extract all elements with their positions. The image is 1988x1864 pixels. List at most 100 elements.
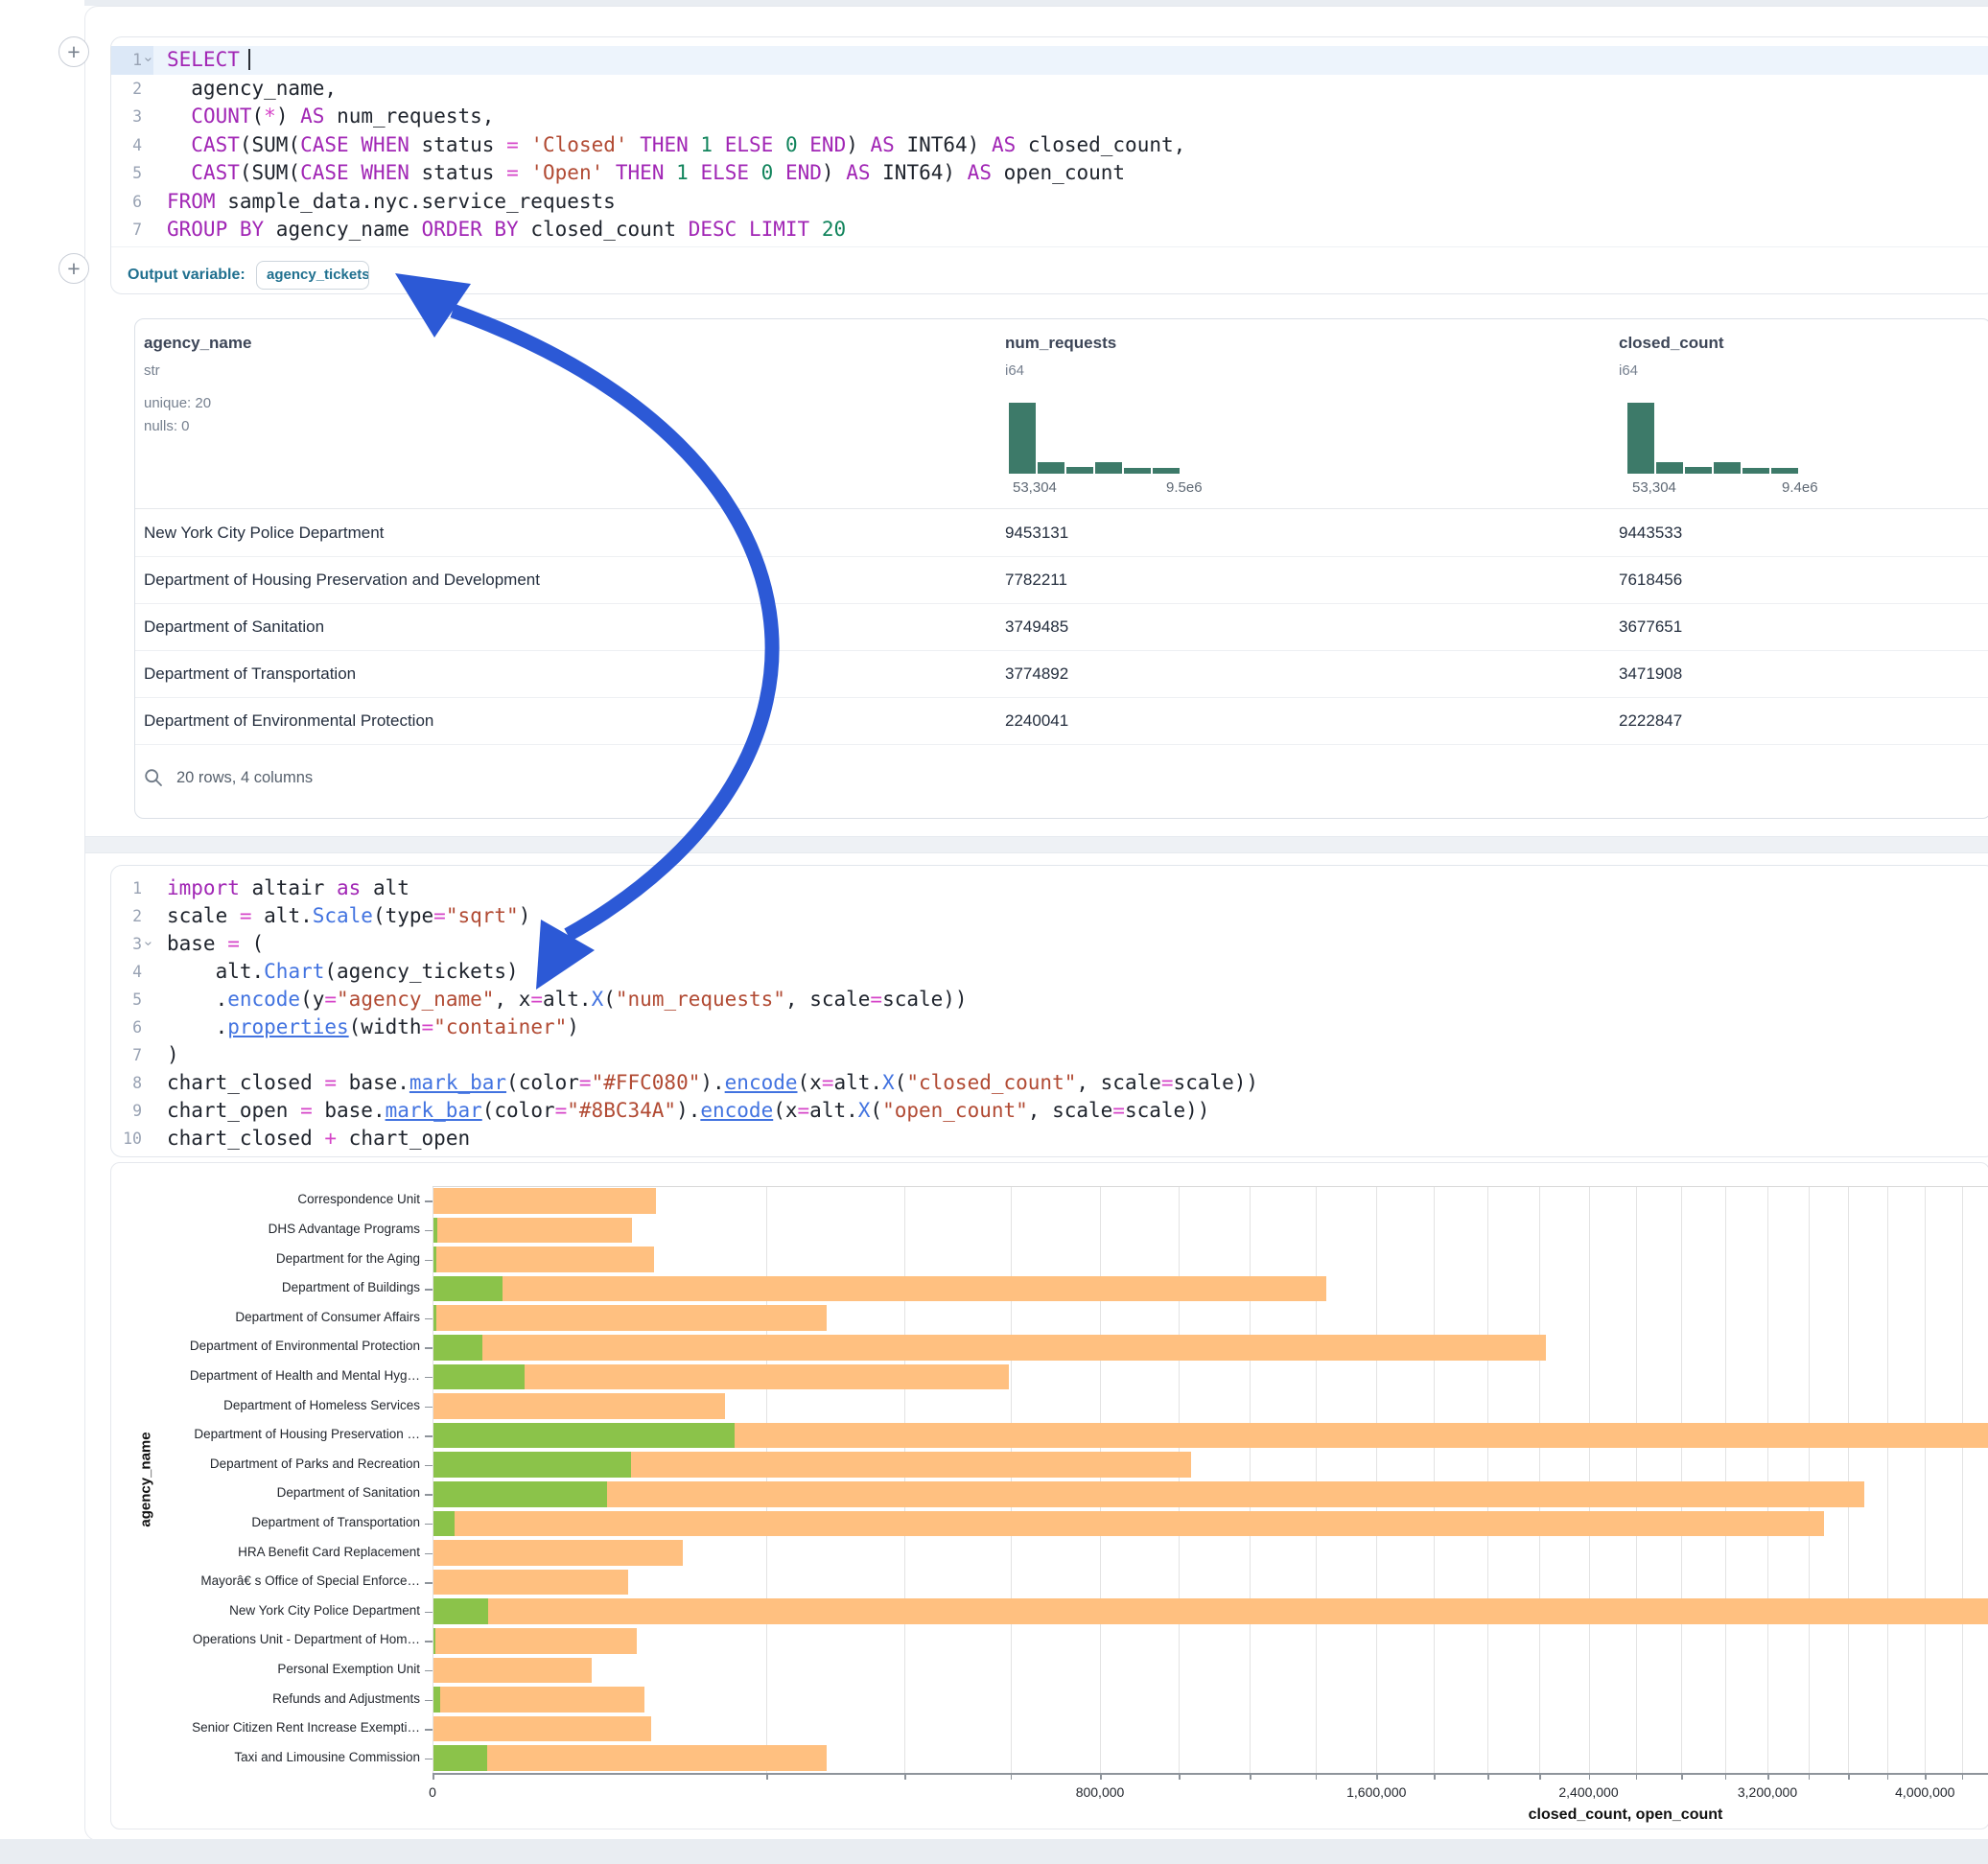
bar-open [433,1305,436,1331]
y-category-label: Department for the Aging [123,1251,420,1266]
closed-count-histogram [1627,403,1800,474]
page-background-band [0,1839,1988,1864]
cell-closed-count: 3471908 [1619,650,1682,697]
y-category-label: Correspondence Unit [123,1192,420,1206]
column-header-closed-count[interactable]: closed_count [1619,334,1724,353]
bar-closed [433,1628,637,1654]
line-number: 6 [104,188,142,217]
y-category-label: Refunds and Adjustments [123,1691,420,1706]
y-category-label: Department of Buildings [123,1280,420,1294]
cell-closed-count: 7618456 [1619,556,1682,603]
code-line: base = ( [167,930,264,959]
cell-num-requests: 7782211 [1005,556,1067,603]
y-category-label: HRA Benefit Card Replacement [123,1545,420,1559]
cell-closed-count: 9443533 [1619,509,1682,556]
cell-agency-name: Department of Housing Preservation and D… [144,556,540,603]
table-row[interactable]: Department of Housing Preservation and D… [135,556,1988,604]
histogram-bar [1742,468,1769,474]
bar-open [433,1218,437,1244]
column-type-closed-count: i64 [1619,362,1638,379]
cell-agency-name: Department of Environmental Protection [144,697,433,744]
column-stat-unique: unique: 20 [144,395,211,411]
code-line: alt.Chart(agency_tickets) [167,958,519,987]
x-tick-label: 800,000 [1076,1784,1125,1800]
bar-closed [433,1598,1988,1624]
histogram-bar [1038,462,1064,474]
column-header-agency-name[interactable]: agency_name [144,334,251,353]
table-row[interactable]: Department of Transportation377489234719… [135,650,1988,698]
gridline [1925,1186,1926,1773]
bar-closed [433,1658,592,1684]
gridline [904,1186,905,1773]
y-tick [425,1670,433,1672]
y-tick [425,1612,433,1614]
code-line: FROM sample_data.nyc.service_requests [167,188,616,217]
bar-closed [433,1687,644,1713]
code-line: scale = alt.Scale(type="sqrt") [167,902,530,931]
x-tick-label: 2,400,000 [1558,1784,1618,1800]
gridline [1681,1186,1682,1773]
line-number: 2 [104,902,142,931]
add-cell-button-top[interactable]: + [58,36,89,67]
y-category-label: Department of Housing Preservation … [123,1427,420,1441]
x-tick-label: 0 [429,1784,436,1800]
cell-num-requests: 2240041 [1005,697,1068,744]
code-line: .encode(y="agency_name", x=alt.X("num_re… [167,986,968,1014]
column-type-agency-name: str [144,362,160,379]
x-tick-label: 1,600,000 [1346,1784,1406,1800]
bar-closed [433,1393,725,1419]
add-cell-button-middle[interactable]: + [58,253,89,284]
y-category-label: Department of Health and Mental Hyg… [123,1368,420,1383]
y-category-label: Department of Sanitation [123,1485,420,1500]
gridline [1434,1186,1435,1773]
line-number: 4 [104,958,142,987]
y-tick [425,1377,433,1379]
histogram-bar [1066,467,1093,474]
histogram-bar [1009,403,1036,474]
y-tick [425,1641,433,1643]
line-number: 1 [104,874,142,903]
y-tick [425,1524,433,1526]
column-header-num-requests[interactable]: num_requests [1005,334,1116,353]
search-icon[interactable] [144,768,163,787]
gridline [1179,1186,1180,1773]
gridline [1848,1186,1849,1773]
hist-min-label: 53,304 [1632,479,1676,496]
cell-agency-name: Department of Sanitation [144,603,324,650]
y-tick [425,1347,433,1349]
bar-closed [433,1481,1864,1507]
bar-open [433,1687,440,1713]
cell-agency-name: Department of Transportation [144,650,356,697]
y-category-label: Department of Transportation [123,1515,420,1529]
bar-open [433,1276,503,1302]
histogram-bar [1771,468,1798,474]
bar-open [433,1335,482,1361]
y-tick [425,1729,433,1731]
table-row[interactable]: Department of Environmental Protection 22… [135,697,1988,745]
histogram-bar [1124,468,1151,474]
gridline [1725,1186,1726,1773]
x-axis-title: closed_count, open_count [1529,1806,1723,1824]
y-category-label: Department of Parks and Recreation [123,1456,420,1471]
code-line: ) [167,1041,179,1070]
y-category-label: Senior Citizen Rent Increase Exempti… [123,1720,420,1735]
collapse-chevron-icon[interactable]: › [142,58,155,62]
gridline [766,1186,767,1773]
bar-closed [433,1511,1824,1537]
line-number: 1 [104,46,142,75]
cell-num-requests: 9453131 [1005,509,1068,556]
table-row[interactable]: Department of Sanitation37494853677651 [135,603,1988,651]
bar-closed [433,1570,628,1596]
collapse-chevron-icon[interactable]: › [142,942,155,946]
bar-closed [433,1276,1326,1302]
bar-closed [433,1716,651,1742]
output-variable-label: Output variable: [128,261,246,290]
code-line: chart_open = base.mark_bar(color="#8BC34… [167,1097,1209,1126]
gridline [1539,1186,1540,1773]
cell-closed-count: 3677651 [1619,603,1682,650]
table-row[interactable]: New York City Police Department945313194… [135,509,1988,557]
cell-closed-count: 2222847 [1619,697,1682,744]
cell-divider [111,246,1988,247]
output-variable-input[interactable]: agency_tickets [256,261,369,290]
bar-open [433,1452,631,1478]
